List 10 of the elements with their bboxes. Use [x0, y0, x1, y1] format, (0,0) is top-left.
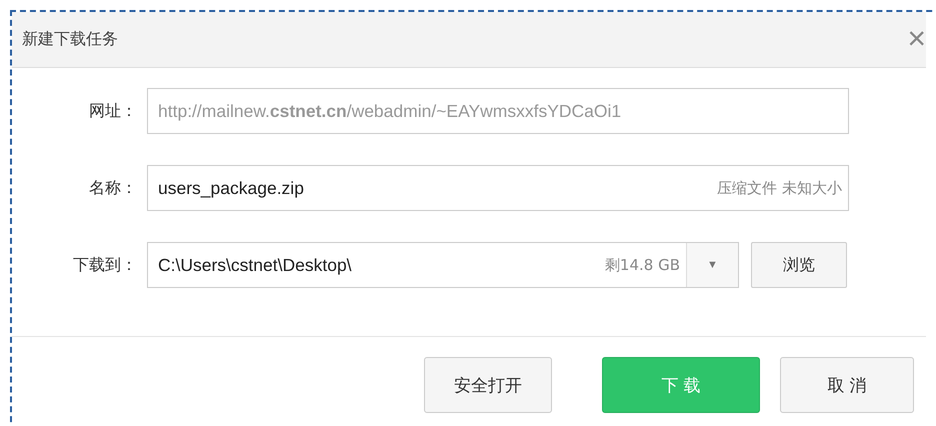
input-field[interactable]: C:\Users\cstnet\Desktop\ 剩14.8 GB ▼ [147, 242, 739, 288]
dialog-button[interactable]: 安全打开 [424, 357, 552, 413]
dropdown-button[interactable]: ▼ [686, 243, 738, 287]
window-title: 新建下载任务 [22, 29, 118, 50]
input-field[interactable]: users_package.zip 压缩文件 未知大小 [147, 165, 849, 211]
field-label: 网址： [88, 100, 138, 122]
browse-button[interactable]: 浏览 [751, 242, 847, 288]
dialog-button[interactable]: 取 消 [780, 357, 914, 413]
field-label: 名称： [88, 178, 138, 198]
field-label: 下载到： [72, 254, 138, 276]
